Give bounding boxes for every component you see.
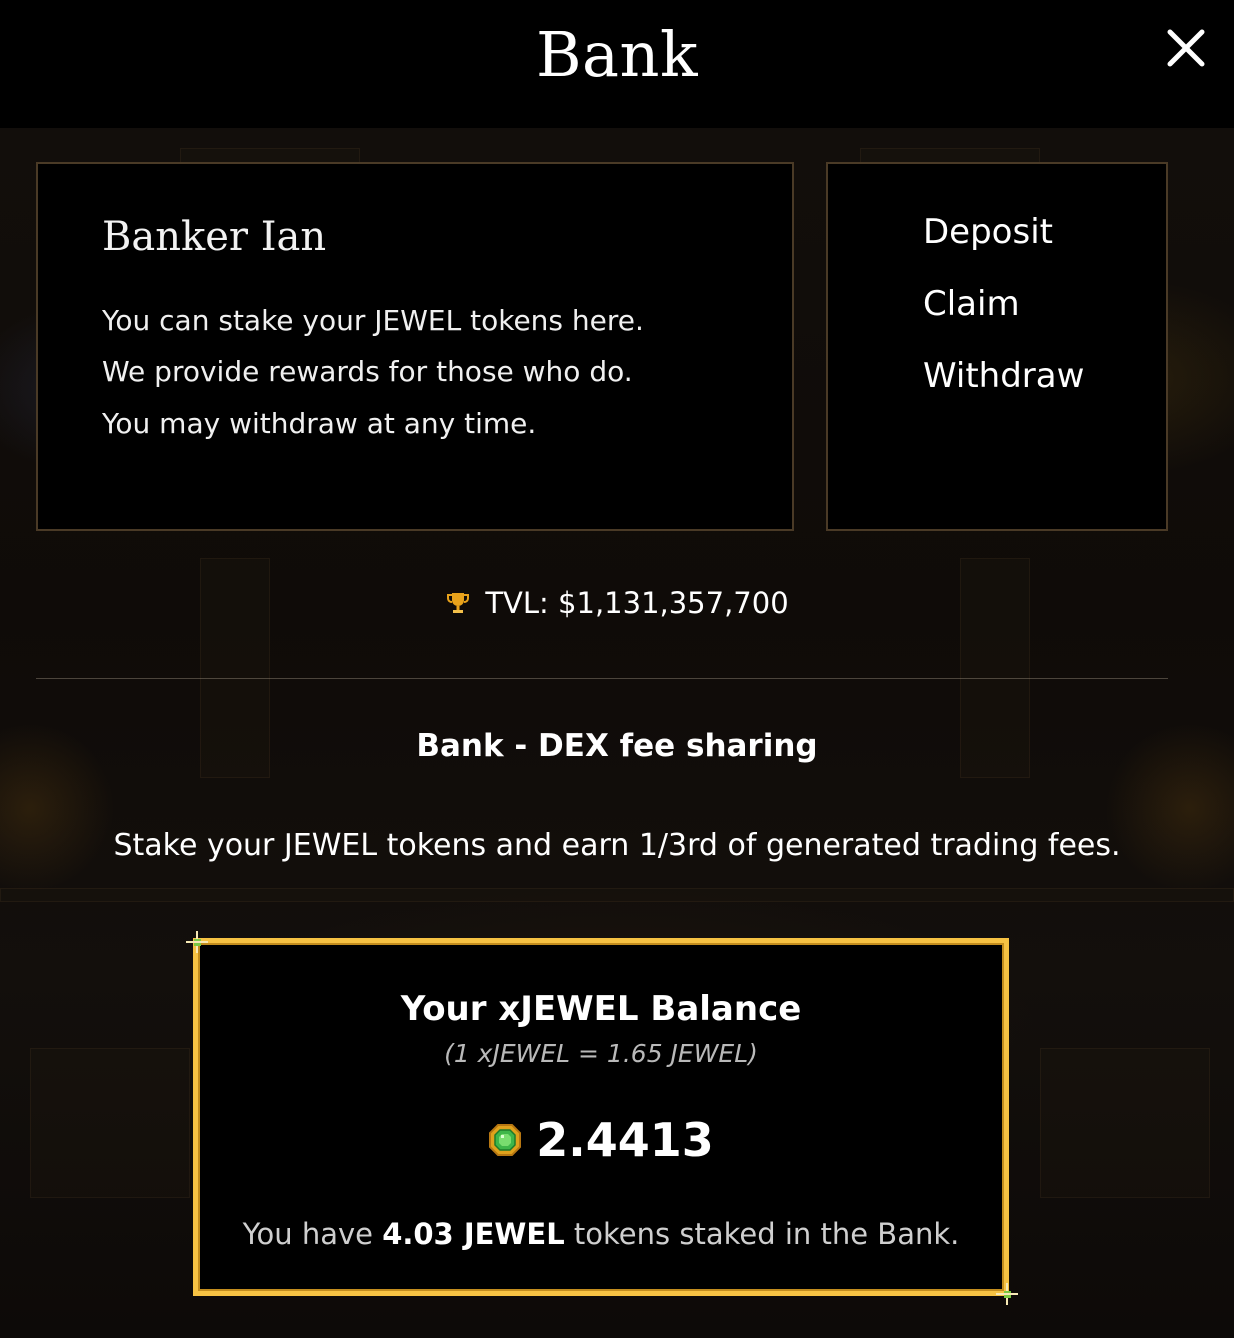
npc-dialog-line: You can stake your JEWEL tokens here. bbox=[102, 304, 644, 337]
tvl-stat: TVL: $1,131,357,700 bbox=[0, 586, 1234, 620]
npc-name: Banker Ian bbox=[102, 214, 327, 260]
close-icon bbox=[1167, 29, 1205, 67]
tvl-value: TVL: $1,131,357,700 bbox=[485, 586, 789, 620]
corner-sparkle bbox=[186, 931, 208, 953]
section-title: Bank - DEX fee sharing bbox=[416, 728, 818, 764]
modal-header: Bank bbox=[0, 0, 1234, 128]
staked-prefix: You have bbox=[242, 1217, 383, 1251]
section-description: Stake your JEWEL tokens and earn 1/3rd o… bbox=[113, 828, 1121, 863]
exchange-rate: (1 xJEWEL = 1.65 JEWEL) bbox=[444, 1039, 758, 1068]
xjewel-amount: 2.4413 bbox=[198, 1113, 1004, 1167]
staked-summary: You have 4.03 JEWEL tokens staked in the… bbox=[198, 1217, 1004, 1251]
page-title: Bank bbox=[535, 18, 699, 91]
staked-amount: 4.03 JEWEL bbox=[382, 1217, 565, 1251]
npc-dialog-panel: Banker Ian You can stake your JEWEL toke… bbox=[36, 162, 794, 531]
close-button[interactable] bbox=[1160, 22, 1212, 74]
xjewel-amount-value: 2.4413 bbox=[536, 1113, 714, 1167]
corner-sparkle bbox=[996, 1283, 1018, 1305]
section-divider bbox=[36, 678, 1168, 679]
trophy-icon bbox=[447, 593, 470, 613]
balance-title: Your xJEWEL Balance bbox=[400, 989, 802, 1029]
staked-suffix: tokens staked in the Bank. bbox=[564, 1217, 960, 1251]
xjewel-balance-card: Your xJEWEL Balance (1 xJEWEL = 1.65 JEW… bbox=[186, 931, 1018, 1305]
npc-dialog-line: We provide rewards for those who do. bbox=[102, 355, 633, 388]
action-menu-panel: Deposit Claim Withdraw bbox=[826, 162, 1168, 531]
npc-dialog-line: You may withdraw at any time. bbox=[102, 407, 537, 440]
jewel-token-icon bbox=[489, 1123, 522, 1156]
claim-option[interactable]: Claim bbox=[923, 284, 1020, 324]
deposit-option[interactable]: Deposit bbox=[923, 212, 1053, 252]
withdraw-option[interactable]: Withdraw bbox=[923, 356, 1084, 396]
